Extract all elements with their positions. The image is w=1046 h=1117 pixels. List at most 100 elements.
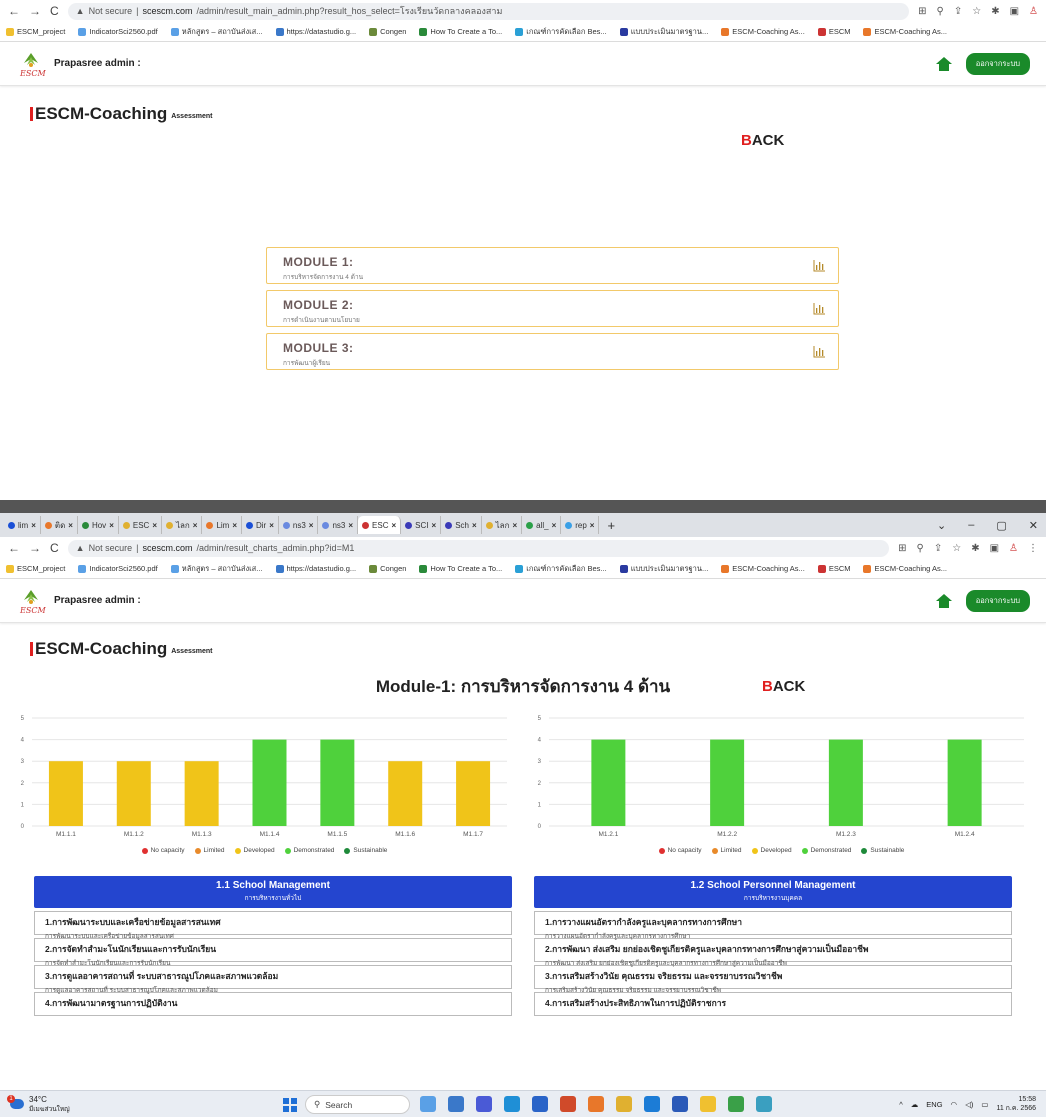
chrome-icon[interactable] <box>616 1096 632 1112</box>
browser-tab[interactable]: lim × <box>4 516 41 534</box>
translate-icon[interactable]: ⊞ <box>918 6 926 17</box>
indicator-item[interactable]: 2.การจัดทำสำมะโนนักเรียนและการรับนักเรีย… <box>34 938 512 967</box>
tab-close-icon[interactable]: × <box>309 521 314 530</box>
chrome2-icon[interactable] <box>728 1096 744 1112</box>
taskbar-search[interactable]: ⚲ Search <box>305 1095 410 1114</box>
bookmark-item[interactable]: Congen <box>369 564 406 573</box>
browser-tab[interactable]: Dir × <box>242 516 279 534</box>
legend-item[interactable]: Sustainable <box>861 847 904 854</box>
url-field[interactable]: ▲ Not secure | scescm.com/admin/result_c… <box>67 539 890 557</box>
app-icon[interactable] <box>756 1096 772 1112</box>
volume-icon[interactable]: ◁) <box>965 1100 973 1109</box>
store-icon[interactable] <box>532 1096 548 1112</box>
legend-item[interactable]: Limited <box>194 847 225 854</box>
browser-tab[interactable]: all_ × <box>522 516 562 534</box>
share-icon[interactable]: ⇪ <box>954 6 962 17</box>
bookmark-item[interactable]: ESCM-Coaching As... <box>863 564 947 573</box>
windows-start-icon[interactable] <box>283 1098 297 1112</box>
browser-tab[interactable]: ns3 × <box>318 516 359 534</box>
bar[interactable] <box>456 761 491 826</box>
bar[interactable] <box>252 739 287 826</box>
sidepanel-icon[interactable]: ▣ <box>990 543 999 554</box>
bookmark-item[interactable]: How To Create a To... <box>419 27 502 36</box>
bar[interactable] <box>710 739 745 826</box>
forward-arrow-icon[interactable]: → <box>29 4 41 18</box>
bar[interactable] <box>320 739 355 826</box>
firefox-icon[interactable] <box>588 1096 604 1112</box>
bookmark-item[interactable]: ESCM_project <box>6 27 65 36</box>
tab-close-icon[interactable]: × <box>109 521 114 530</box>
module-card-2[interactable]: MODULE 2: การดำเนินงานตามนโยบาย <box>266 290 839 327</box>
indicator-item[interactable]: 3.การดูแลอาคารสถานที่ ระบบสาธารณูปโภคและ… <box>34 965 512 994</box>
explorer-icon[interactable] <box>700 1096 716 1112</box>
home-icon[interactable] <box>935 56 952 71</box>
close-icon[interactable]: ✕ <box>1029 519 1038 532</box>
bar[interactable] <box>48 761 83 826</box>
back-link[interactable]: BACK <box>762 678 805 695</box>
tab-close-icon[interactable]: × <box>68 521 73 530</box>
indicator-item[interactable]: 3.การเสริมสร้างวินัย คุณธรรม จริยธรรม แล… <box>534 965 1012 994</box>
legend-item[interactable]: Developed <box>751 847 792 854</box>
browser-tab[interactable]: ติด × <box>41 516 78 534</box>
legend-item[interactable]: Limited <box>711 847 742 854</box>
bookmark-item[interactable]: How To Create a To... <box>419 564 502 573</box>
reload-icon[interactable]: C <box>50 4 59 18</box>
bar-chart-icon[interactable] <box>813 303 826 315</box>
tab-close-icon[interactable]: × <box>348 521 353 530</box>
clock[interactable]: 15:58 11 ก.ค. 2566 <box>996 1095 1036 1113</box>
tab-close-icon[interactable]: × <box>31 521 36 530</box>
battery-icon[interactable]: ▭ <box>981 1100 988 1109</box>
bookmark-item[interactable]: เกณฑ์การคัดเลือก Bes... <box>515 26 607 38</box>
zoom-icon[interactable]: ⚲ <box>917 543 924 554</box>
bar[interactable] <box>828 739 863 826</box>
indicator-item[interactable]: 1.การวางแผนอัตรากำลังครูและบุคลากรทางการ… <box>534 911 1012 940</box>
new-tab-icon[interactable]: + <box>599 518 623 533</box>
logout-button[interactable]: ออกจากระบบ <box>965 52 1030 75</box>
legend-item[interactable]: Demonstrated <box>284 847 334 854</box>
chevron-up-icon[interactable]: ^ <box>899 1100 903 1109</box>
tab-close-icon[interactable]: × <box>552 521 557 530</box>
browser-tab[interactable]: Lim × <box>202 516 242 534</box>
restore-icon[interactable]: ▢ <box>996 519 1006 532</box>
share-icon[interactable]: ⇪ <box>934 543 942 554</box>
category-header[interactable]: 1.1 School Management การบริหารงานทั่วไป <box>34 876 512 908</box>
browser-tab[interactable]: SCI × <box>401 516 442 534</box>
bookmark-item[interactable]: ESCM <box>817 564 850 573</box>
office-icon[interactable] <box>560 1096 576 1112</box>
back-arrow-icon[interactable]: ← <box>8 4 20 18</box>
back-link[interactable]: BACK <box>741 132 784 149</box>
task-view-icon[interactable] <box>448 1096 464 1112</box>
tab-close-icon[interactable]: × <box>232 521 237 530</box>
menu-icon[interactable]: ⋮ <box>1028 543 1038 554</box>
mail-icon[interactable] <box>644 1096 660 1112</box>
indicator-item[interactable]: 4.การเสริมสร้างประสิทธิภาพในการปฏิบัติรา… <box>534 992 1012 1016</box>
star-icon[interactable]: ☆ <box>952 543 961 554</box>
zoom-icon[interactable]: ⚲ <box>937 6 944 17</box>
sidepanel-icon[interactable]: ▣ <box>1010 6 1019 17</box>
bookmark-item[interactable]: https://datastudio.g... <box>275 564 356 573</box>
wifi-icon[interactable]: ◠ <box>951 1100 958 1109</box>
browser-tab[interactable]: ns3 × <box>279 516 319 534</box>
bookmark-item[interactable]: IndicatorSci2560.pdf <box>78 27 158 36</box>
url-field[interactable]: ▲ Not secure | scescm.com/admin/result_m… <box>67 2 910 20</box>
tab-close-icon[interactable]: × <box>392 521 397 530</box>
bar[interactable] <box>184 761 219 826</box>
minimize-icon[interactable]: – <box>968 519 974 532</box>
bookmark-item[interactable]: https://datastudio.g... <box>275 27 356 36</box>
bar-chart-icon[interactable] <box>813 346 826 358</box>
legend-item[interactable]: Sustainable <box>344 847 387 854</box>
bookmark-item[interactable]: แบบประเมินมาตรฐาน... <box>619 563 708 575</box>
bookmark-item[interactable]: เกณฑ์การคัดเลือก Bes... <box>515 563 607 575</box>
logout-button[interactable]: ออกจากระบบ <box>965 589 1030 612</box>
reload-icon[interactable]: C <box>50 541 59 555</box>
profile-icon[interactable]: ♙ <box>1009 543 1018 554</box>
forward-arrow-icon[interactable]: → <box>29 541 41 555</box>
bookmark-item[interactable]: หลักสูตร – สถาบันส่งเส... <box>170 563 263 575</box>
browser-tab[interactable]: ESC × <box>119 516 162 534</box>
indicator-item[interactable]: 4.การพัฒนามาตรฐานการปฏิบัติงาน <box>34 992 512 1016</box>
browser-tab[interactable]: rep × <box>561 516 600 534</box>
bookmark-item[interactable]: ESCM-Coaching As... <box>721 564 805 573</box>
home-icon[interactable] <box>935 593 952 608</box>
lang-label[interactable]: ENG <box>926 1100 942 1109</box>
tab-close-icon[interactable]: × <box>193 521 198 530</box>
